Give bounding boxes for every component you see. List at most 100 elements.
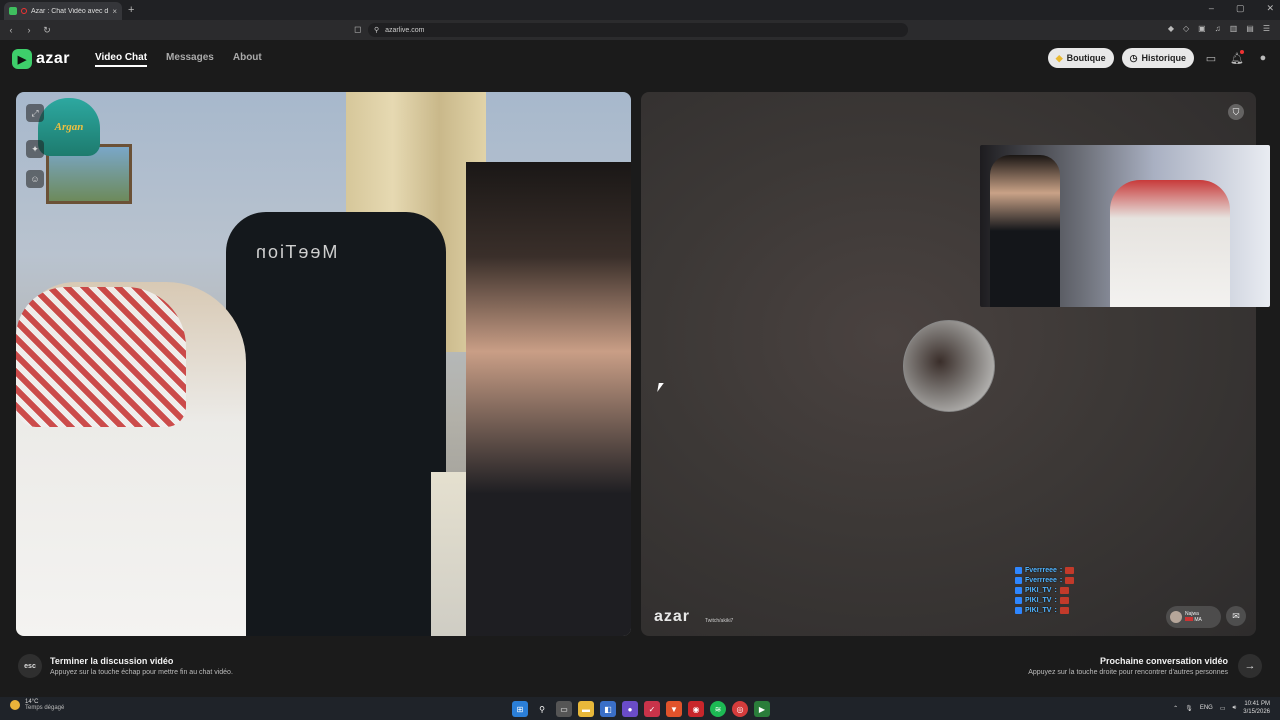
- taskbar: 14°C Temps dégagé ⊞ ⚲ ▭ ▬ ◧ ● ✓ ▼ ◉ ≋ ◎ …: [0, 697, 1280, 720]
- close-window-button[interactable]: ✕: [1266, 3, 1274, 14]
- store-icon[interactable]: ◧: [600, 701, 616, 717]
- task-view-icon[interactable]: ▭: [556, 701, 572, 717]
- language-indicator[interactable]: ENG: [1200, 705, 1213, 711]
- boutique-button[interactable]: ◆ Boutique: [1047, 48, 1114, 68]
- reload-button[interactable]: ↻: [40, 25, 54, 36]
- extension-icons: ◆ ◇ ▣ ♫ ▥ ▤ ☰: [1168, 24, 1270, 33]
- azar-logo-icon: ▶: [12, 49, 32, 69]
- tab-title: Azar : Chat Vidéo avec de no: [31, 7, 109, 15]
- peer-avatar: [1170, 611, 1182, 623]
- webcam-overlay: [980, 145, 1270, 307]
- emote-icon: [1059, 597, 1069, 604]
- message-icon[interactable]: ✉: [1226, 606, 1246, 626]
- search-icon[interactable]: ⚲: [534, 701, 550, 717]
- address-bar[interactable]: ⚲ azarlive.com: [368, 23, 908, 37]
- next-chat-hint[interactable]: Prochaine conversation vidéo Appuyez sur…: [1028, 654, 1262, 678]
- microphone-icon[interactable]: 🎙︎: [1185, 705, 1193, 712]
- effects-icon[interactable]: ☺: [26, 170, 44, 188]
- expand-icon[interactable]: ⤢: [26, 104, 44, 122]
- profile-icon[interactable]: ●: [1254, 49, 1272, 67]
- start-icon[interactable]: ⊞: [512, 701, 528, 717]
- chevron-up-icon[interactable]: ⌃: [1173, 705, 1178, 712]
- app-icon[interactable]: ●: [622, 701, 638, 717]
- flag-icon: [1185, 617, 1193, 621]
- volume-icon[interactable]: 🔊︎: [1233, 705, 1237, 712]
- next-arrow-button[interactable]: →: [1238, 654, 1262, 678]
- emote-icon: [1059, 607, 1069, 614]
- minimize-button[interactable]: –: [1209, 3, 1214, 14]
- menu-icon[interactable]: ☰: [1263, 24, 1270, 33]
- argan-logo: Argan: [38, 98, 100, 156]
- app-icon[interactable]: ✓: [644, 701, 660, 717]
- chat-line: PIKI_TV:: [1015, 587, 1074, 594]
- azar-logo[interactable]: ▶ azar: [12, 49, 70, 69]
- chat-text: :: [1059, 577, 1063, 584]
- next-chat-title: Prochaine conversation vidéo: [1099, 656, 1228, 666]
- maximize-button[interactable]: ▢: [1236, 3, 1245, 14]
- extension-icon[interactable]: ◇: [1183, 24, 1189, 33]
- obs-icon[interactable]: ◉: [688, 701, 704, 717]
- boutique-label: Boutique: [1066, 53, 1106, 63]
- browser-tabbar: Azar : Chat Vidéo avec de no × + – ▢ ✕: [0, 0, 1280, 20]
- end-chat-title: Terminer la discussion vidéo: [50, 656, 174, 666]
- history-button[interactable]: ◷ Historique: [1121, 48, 1194, 68]
- sidebar-icon[interactable]: ▥: [1230, 24, 1238, 33]
- spotify-icon[interactable]: ≋: [710, 701, 726, 717]
- overlay-person-left: [990, 155, 1060, 307]
- site-info-icon[interactable]: ⚲: [374, 26, 379, 34]
- network-icon[interactable]: ▭: [1220, 705, 1226, 712]
- chat-line: Fverrreee:: [1015, 567, 1075, 574]
- stream-chat: Fverrreee: Fverrreee: PIKI_TV: PIKI_TV: …: [1015, 567, 1075, 614]
- inbox-icon[interactable]: ▭: [1202, 49, 1220, 67]
- shield-icon[interactable]: ⛉: [1228, 104, 1244, 120]
- chat-user: PIKI_TV: [1025, 607, 1052, 614]
- header-actions: ◆ Boutique ◷ Historique ▭ 🔔︎ ●: [1047, 48, 1272, 68]
- extension-icon[interactable]: ▣: [1198, 24, 1206, 33]
- weather-widget[interactable]: 14°C Temps dégagé: [10, 699, 64, 711]
- app-icon[interactable]: ◎: [732, 701, 748, 717]
- bell-icon[interactable]: 🔔︎: [1228, 49, 1246, 67]
- chat-line: PIKI_TV:: [1015, 607, 1074, 614]
- wallet-icon[interactable]: ▤: [1246, 24, 1254, 33]
- clock-icon: ◷: [1129, 52, 1138, 63]
- gem-icon: ◆: [1055, 52, 1063, 63]
- weather-condition: Temps dégagé: [25, 705, 65, 711]
- bookmark-icon[interactable]: ◻: [354, 24, 361, 35]
- new-tab-button[interactable]: +: [128, 4, 134, 16]
- app-icon[interactable]: ▶: [754, 701, 770, 717]
- peer-card[interactable]: Najwa MA: [1166, 606, 1221, 628]
- platform-icon: [1015, 577, 1022, 584]
- chat-text: :: [1054, 597, 1057, 604]
- nav-about[interactable]: About: [233, 52, 262, 67]
- chat-text: :: [1054, 607, 1057, 614]
- back-button[interactable]: ‹: [4, 25, 18, 35]
- chair-brand: MeeTion: [254, 242, 338, 262]
- clock[interactable]: 10:41 PM 3/15/2026: [1243, 700, 1270, 716]
- nav-messages[interactable]: Messages: [166, 52, 214, 67]
- esc-key[interactable]: esc: [18, 654, 42, 678]
- music-icon[interactable]: ♫: [1215, 24, 1221, 33]
- brave-browser-icon[interactable]: ▼: [666, 701, 682, 717]
- main-nav: Video Chat Messages About: [95, 52, 262, 67]
- overlay-person-right: [1110, 180, 1230, 307]
- chat-line: Fverrreee:: [1015, 577, 1075, 584]
- platform-icon: [1015, 607, 1022, 614]
- filter-icon[interactable]: ✦: [26, 140, 44, 158]
- tab-close-icon[interactable]: ×: [112, 7, 117, 16]
- end-chat-hint[interactable]: esc Terminer la discussion vidéo Appuyez…: [18, 654, 233, 678]
- file-explorer-icon[interactable]: ▬: [578, 701, 594, 717]
- extension-icon[interactable]: ◆: [1168, 24, 1174, 33]
- chat-user: PIKI_TV: [1025, 587, 1052, 594]
- emote-icon: [1059, 587, 1069, 594]
- azar-watermark: azar: [654, 608, 691, 625]
- browser-tab[interactable]: Azar : Chat Vidéo avec de no ×: [4, 2, 122, 20]
- forward-button[interactable]: ›: [22, 25, 36, 35]
- chat-text: :: [1054, 587, 1057, 594]
- chat-user: Fverrreee: [1025, 567, 1057, 574]
- platform-icon: [1015, 587, 1022, 594]
- logo-text: azar: [36, 50, 71, 67]
- history-label: Historique: [1141, 53, 1186, 63]
- nav-video-chat[interactable]: Video Chat: [95, 52, 148, 67]
- url-text: azarlive.com: [385, 26, 425, 34]
- taskbar-apps: ⊞ ⚲ ▭ ▬ ◧ ● ✓ ▼ ◉ ≋ ◎ ▶: [512, 701, 770, 717]
